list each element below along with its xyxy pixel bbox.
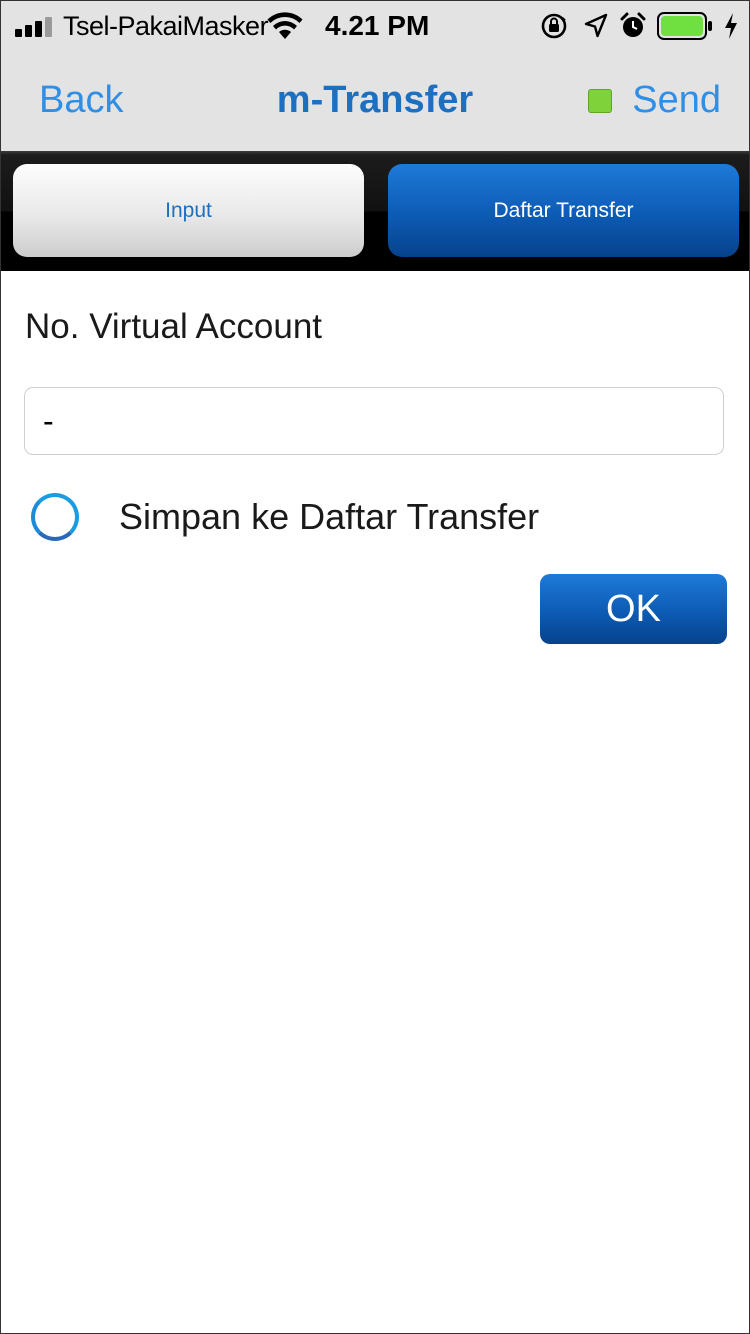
save-option-label: Simpan ke Daftar Transfer bbox=[119, 496, 540, 537]
carrier-name: Tsel-PakaiMasker bbox=[63, 11, 269, 41]
tab-input-label: Input bbox=[165, 198, 212, 222]
navigation-bar: Back m-Transfer Send bbox=[1, 51, 749, 151]
send-button[interactable]: Send bbox=[588, 79, 721, 122]
send-button-label: Send bbox=[632, 79, 721, 121]
app-screen: Tsel-PakaiMasker 4.21 PM Back m-Transfer… bbox=[0, 0, 750, 1334]
charging-bolt-icon bbox=[725, 13, 737, 39]
status-bar: Tsel-PakaiMasker 4.21 PM bbox=[1, 1, 749, 51]
wifi-icon bbox=[267, 12, 303, 39]
virtual-account-label: No. Virtual Account bbox=[25, 307, 323, 346]
alarm-clock-icon bbox=[620, 12, 646, 37]
save-radio-button[interactable] bbox=[31, 493, 79, 541]
tab-daftar-transfer-label: Daftar Transfer bbox=[493, 198, 634, 222]
tab-input[interactable]: Input bbox=[13, 164, 364, 257]
cellular-signal-icon bbox=[15, 15, 59, 37]
location-arrow-icon bbox=[584, 13, 608, 38]
save-to-list-option[interactable]: Simpan ke Daftar Transfer bbox=[31, 487, 539, 547]
virtual-account-input[interactable] bbox=[24, 387, 724, 455]
tab-daftar-transfer[interactable]: Daftar Transfer bbox=[388, 164, 739, 257]
ok-button[interactable]: OK bbox=[540, 574, 727, 644]
tab-bar: Input Daftar Transfer bbox=[1, 151, 749, 271]
status-time: 4.21 PM bbox=[325, 10, 430, 41]
send-status-indicator bbox=[588, 88, 613, 113]
battery-icon bbox=[657, 12, 712, 40]
rotation-lock-icon bbox=[541, 13, 567, 39]
back-button[interactable]: Back bbox=[39, 79, 123, 122]
